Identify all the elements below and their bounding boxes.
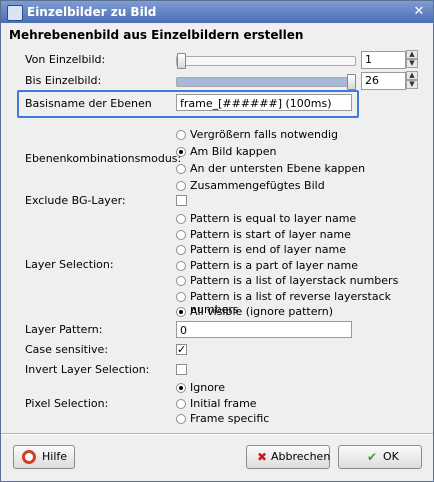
radio-button[interactable]	[176, 147, 186, 157]
von-slider-handle[interactable]	[177, 53, 186, 69]
bis-slider-fill	[177, 78, 347, 86]
invert-checkbox[interactable]	[176, 364, 187, 375]
radio-label[interactable]: Vergrößern falls notwendig	[190, 128, 338, 141]
layer-selection-label: Layer Selection:	[25, 258, 114, 271]
checkmark-icon: ✔	[366, 450, 378, 464]
radio-label[interactable]: Pattern is end of layer name	[190, 243, 346, 256]
radio-button[interactable]	[176, 214, 186, 224]
radio-button[interactable]	[176, 260, 186, 271]
basisname-input[interactable]: frame_[######] (100ms)	[176, 94, 352, 111]
bis-label: Bis Einzelbild:	[25, 74, 102, 87]
spin-down-icon[interactable]: ▼	[406, 80, 418, 89]
radio-button[interactable]	[176, 130, 186, 140]
case-sensitive-checkbox[interactable]: ✓	[176, 344, 187, 355]
close-icon[interactable]: ✕	[411, 4, 427, 20]
radio-button[interactable]	[176, 398, 186, 409]
radio-label[interactable]: An der untersten Ebene kappen	[190, 162, 365, 175]
radio-label[interactable]: Frame specific	[190, 412, 269, 425]
radio-label[interactable]: Pattern is equal to layer name	[190, 212, 356, 225]
radio-label[interactable]: Pattern is start of layer name	[190, 228, 351, 241]
bis-slider[interactable]	[176, 74, 356, 90]
app-icon	[7, 5, 23, 21]
ok-button-label: OK	[383, 450, 399, 463]
radio-label[interactable]: All visible (ignore pattern)	[190, 305, 333, 318]
spin-up-icon[interactable]: ▲	[406, 71, 418, 80]
invert-label: Invert Layer Selection:	[25, 363, 150, 376]
radio-button[interactable]	[176, 229, 186, 240]
basisname-label: Basisname der Ebenen	[25, 97, 152, 110]
cancel-button-label: Abbrechen	[271, 450, 331, 463]
radio-button[interactable]	[176, 307, 186, 317]
cross-icon: ✖	[256, 450, 268, 464]
window-title: Einzelbilder zu Bild	[27, 5, 157, 19]
radio-button[interactable]	[176, 181, 186, 191]
lifebuoy-icon	[22, 450, 36, 464]
pixel-selection-label: Pixel Selection:	[25, 397, 109, 410]
bis-spin-input[interactable]: 26	[361, 72, 406, 90]
von-label: Von Einzelbild:	[25, 53, 106, 66]
layer-pattern-input[interactable]: 0	[176, 321, 352, 338]
spin-up-icon[interactable]: ▲	[406, 50, 418, 59]
radio-button[interactable]	[176, 276, 186, 286]
title-bar[interactable]: Einzelbilder zu Bild ✕	[1, 1, 433, 23]
von-spin-buttons[interactable]: ▲ ▼	[406, 50, 418, 68]
radio-label[interactable]: Initial frame	[190, 397, 257, 410]
spin-down-icon[interactable]: ▼	[406, 59, 418, 68]
kombination-label: Ebenenkombinationsmodus:	[25, 152, 182, 165]
radio-label[interactable]: Pattern is a list of layerstack numbers	[190, 274, 398, 287]
exclude-bg-label: Exclude BG-Layer:	[25, 194, 126, 207]
radio-button[interactable]	[176, 383, 186, 393]
radio-label[interactable]: Ignore	[190, 381, 225, 394]
bis-spin-buttons[interactable]: ▲ ▼	[406, 71, 418, 89]
radio-button[interactable]	[176, 291, 186, 302]
radio-button[interactable]	[176, 414, 186, 424]
bis-slider-handle[interactable]	[347, 74, 356, 90]
radio-label[interactable]: Pattern is a part of layer name	[190, 259, 358, 272]
help-button[interactable]: Hilfe	[13, 445, 75, 469]
von-slider[interactable]	[176, 53, 356, 69]
radio-label[interactable]: Zusammengefügtes Bild	[190, 179, 325, 192]
radio-button[interactable]	[176, 245, 186, 255]
case-sensitive-label: Case sensitive:	[25, 343, 109, 356]
von-spin-input[interactable]: 1	[361, 51, 406, 69]
dialog-heading: Mehrebenenbild aus Einzelbildern erstell…	[9, 28, 304, 42]
exclude-bg-checkbox[interactable]	[176, 195, 187, 206]
dialog-window: Einzelbilder zu Bild ✕ Mehrebenenbild au…	[0, 0, 434, 482]
radio-button[interactable]	[176, 164, 186, 174]
layer-pattern-label: Layer Pattern:	[25, 323, 103, 336]
radio-label[interactable]: Am Bild kappen	[190, 145, 277, 158]
ok-button[interactable]: ✔ OK	[338, 445, 422, 469]
help-button-label: Hilfe	[42, 450, 68, 463]
cancel-button[interactable]: ✖ Abbrechen	[246, 445, 330, 469]
separator	[1, 433, 433, 435]
